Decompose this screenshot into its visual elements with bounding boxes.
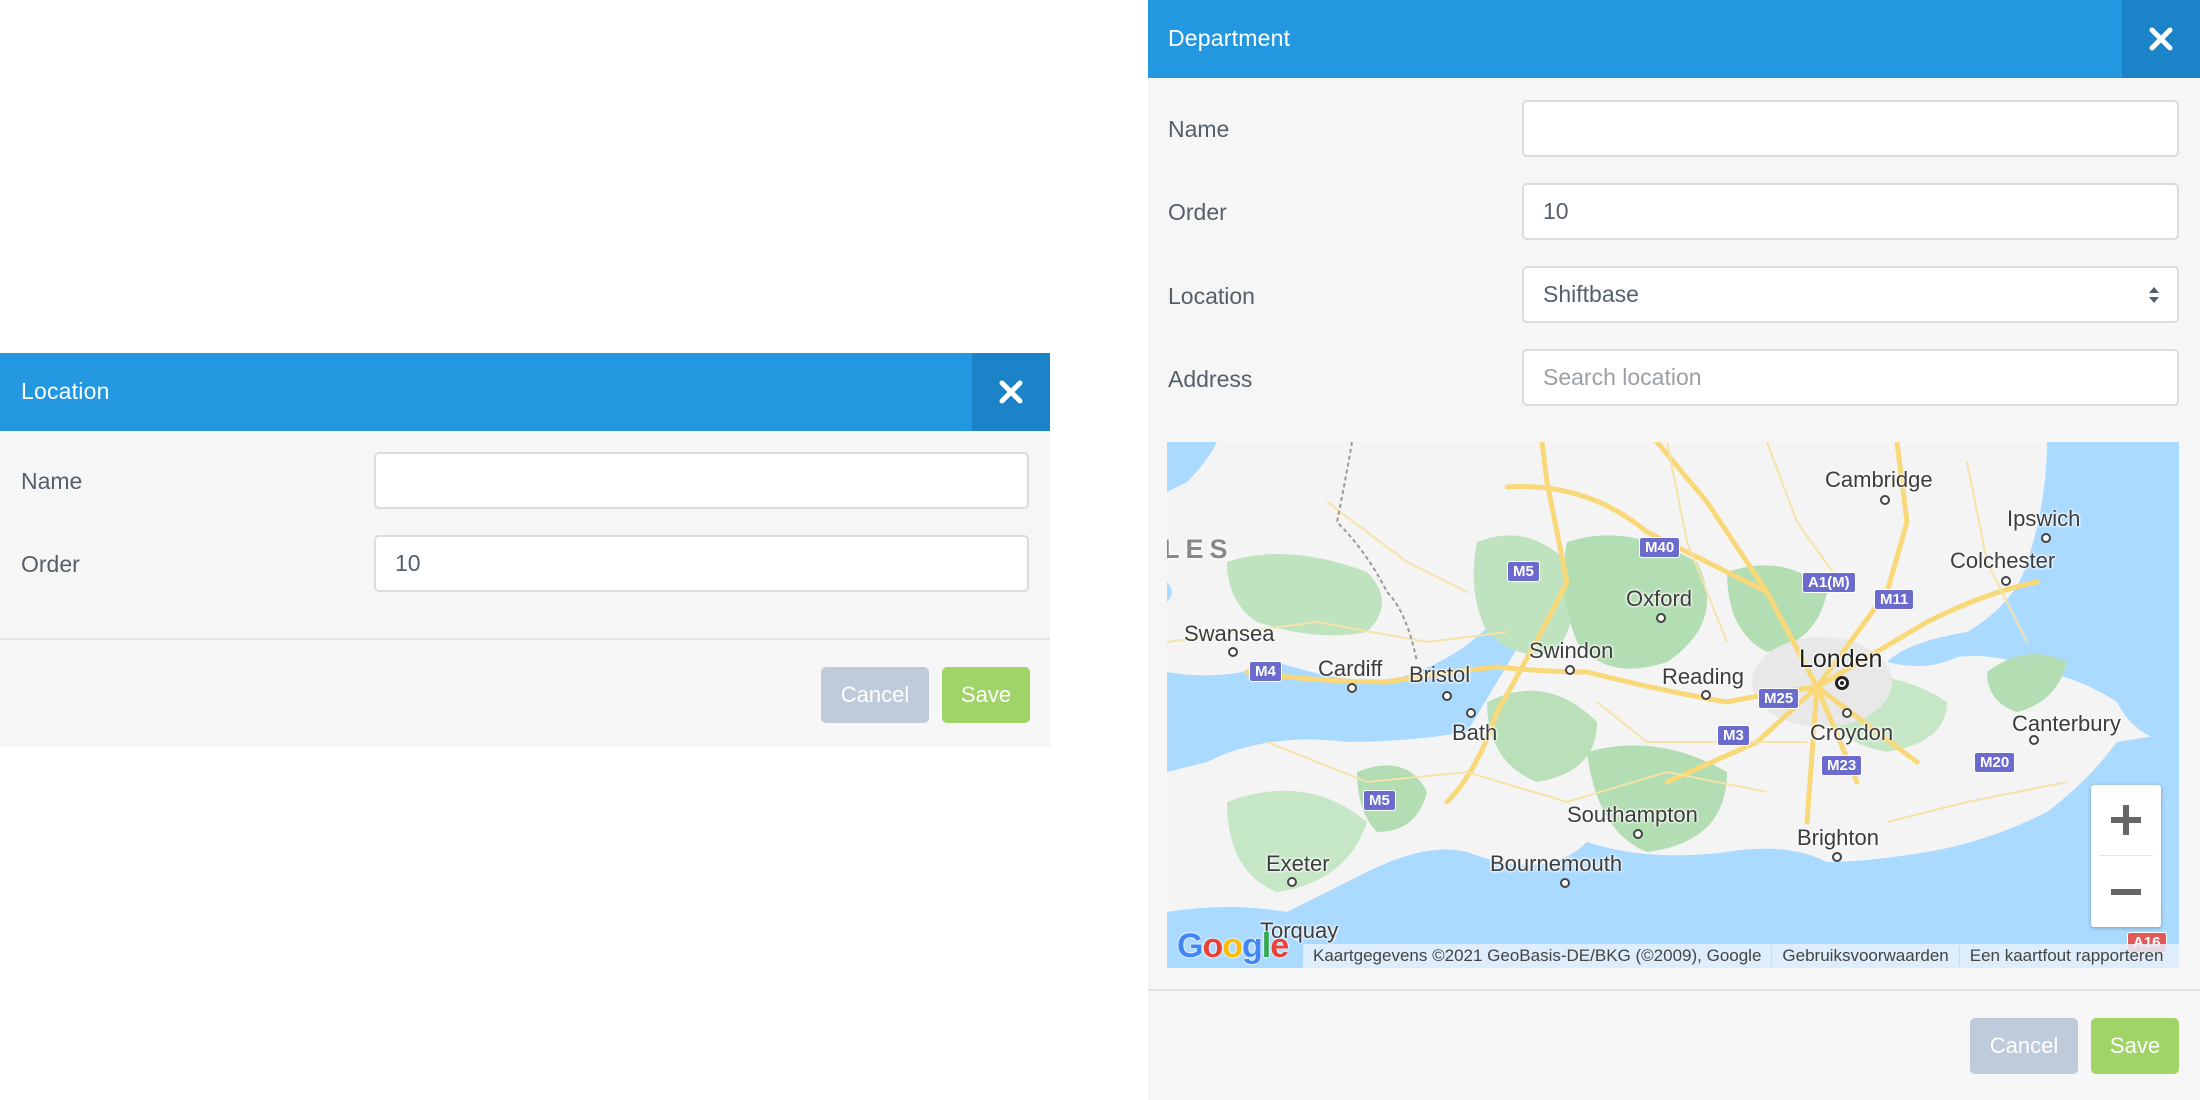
city-marker bbox=[1442, 691, 1452, 701]
name-input[interactable] bbox=[1522, 100, 2179, 157]
order-input[interactable] bbox=[1522, 183, 2179, 240]
city-marker bbox=[1832, 852, 1842, 862]
close-button[interactable] bbox=[972, 353, 1050, 431]
region-label: LES bbox=[1167, 534, 1234, 564]
close-button[interactable] bbox=[2122, 0, 2200, 78]
city-marker bbox=[2001, 576, 2011, 586]
city-marker bbox=[1228, 647, 1238, 657]
name-label: Name bbox=[1168, 116, 1230, 142]
department-dialog-header: Department bbox=[1148, 0, 2200, 78]
location-dialog-header: Location bbox=[0, 353, 1050, 431]
city-label: Bath bbox=[1452, 720, 1498, 745]
zoom-in-button[interactable] bbox=[2091, 785, 2161, 855]
order-label: Order bbox=[21, 551, 80, 577]
order-input[interactable] bbox=[374, 535, 1029, 592]
minus-icon bbox=[2111, 889, 2141, 895]
terms-link[interactable]: Gebruiksvoorwaarden bbox=[1772, 946, 1960, 966]
close-icon bbox=[2149, 27, 2173, 51]
city-label: Oxford bbox=[1626, 586, 1693, 611]
cancel-button[interactable]: Cancel bbox=[1970, 1018, 2078, 1074]
city-marker bbox=[1347, 683, 1357, 693]
dialog-title: Location bbox=[21, 378, 110, 404]
forest bbox=[1987, 654, 2067, 712]
footer-divider bbox=[1148, 989, 2200, 991]
footer-divider bbox=[0, 638, 1050, 640]
city-label: Brighton bbox=[1797, 825, 1879, 850]
close-icon bbox=[999, 380, 1023, 404]
city-label: Swansea bbox=[1184, 621, 1275, 646]
city-label: Cambridge bbox=[1825, 467, 1933, 492]
zoom-out-button[interactable] bbox=[2091, 857, 2161, 927]
city-label: Southampton bbox=[1567, 802, 1698, 827]
city-marker bbox=[1842, 708, 1852, 718]
capital-label: Londen bbox=[1799, 645, 1883, 673]
zoom-separator bbox=[2099, 855, 2153, 856]
city-label: Swindon bbox=[1529, 638, 1614, 663]
location-dialog: Location Name Order Cancel Save bbox=[0, 353, 1050, 747]
city-marker bbox=[1656, 613, 1666, 623]
plus-icon bbox=[2111, 805, 2141, 835]
road-shield: M4 bbox=[1249, 661, 1282, 682]
road-shield: M3 bbox=[1717, 725, 1750, 746]
road-shield: M11 bbox=[1874, 589, 1915, 610]
city-label: Croydon bbox=[1810, 720, 1894, 745]
save-button[interactable]: Save bbox=[942, 667, 1030, 723]
road-shield: M5 bbox=[1363, 790, 1396, 811]
name-input[interactable] bbox=[374, 452, 1029, 509]
city-marker bbox=[2041, 533, 2051, 543]
city-marker bbox=[2029, 735, 2039, 745]
road-shield: M5 bbox=[1507, 561, 1540, 582]
city-marker bbox=[1560, 878, 1570, 888]
city-label: Bristol bbox=[1409, 662, 1471, 687]
road-shield: M23 bbox=[1821, 755, 1863, 776]
city-marker bbox=[1701, 690, 1711, 700]
report-error-link[interactable]: Een kaartfout rapporteren bbox=[1960, 946, 2174, 966]
map-attribution: Kaartgegevens ©2021 GeoBasis-DE/BKG (©20… bbox=[1303, 946, 1773, 966]
road-shield: A1(M) bbox=[1802, 572, 1856, 593]
city-label: Cardiff bbox=[1318, 656, 1383, 681]
cancel-button[interactable]: Cancel bbox=[821, 667, 929, 723]
city-label: Ipswich bbox=[2007, 506, 2081, 531]
capital-marker bbox=[1835, 676, 1849, 690]
city-label: Reading bbox=[1662, 664, 1744, 689]
map-view[interactable]: LES Cambridge Ipswich Colchester Oxford … bbox=[1167, 442, 2179, 968]
forest bbox=[1587, 745, 1727, 852]
map-zoom-control bbox=[2091, 785, 2161, 927]
city-label: Canterbury bbox=[2012, 711, 2121, 736]
location-select-value: Shiftbase bbox=[1543, 281, 1639, 307]
location-label: Location bbox=[1168, 283, 1255, 309]
google-logo[interactable]: Google bbox=[1177, 927, 1289, 966]
road-shield: M40 bbox=[1639, 537, 1681, 558]
sort-arrows-icon bbox=[2149, 287, 2159, 303]
city-marker bbox=[1880, 495, 1890, 505]
city-label: Colchester bbox=[1950, 548, 2056, 573]
save-button[interactable]: Save bbox=[2091, 1018, 2179, 1074]
city-marker bbox=[1633, 829, 1643, 839]
order-label: Order bbox=[1168, 199, 1227, 225]
city-marker bbox=[1565, 665, 1575, 675]
address-search-input[interactable] bbox=[1522, 349, 2179, 406]
wales-coast-sea bbox=[1167, 442, 1217, 492]
road-shield: M20 bbox=[1974, 752, 2016, 773]
dialog-title: Department bbox=[1168, 25, 1291, 51]
name-label: Name bbox=[21, 468, 83, 494]
city-marker bbox=[1287, 877, 1297, 887]
road-shield: M25 bbox=[1758, 688, 1800, 709]
location-select[interactable]: Shiftbase bbox=[1522, 266, 2179, 323]
city-label: Bournemouth bbox=[1490, 851, 1623, 876]
map-attribution-bar: Kaartgegevens ©2021 GeoBasis-DE/BKG (©20… bbox=[1303, 944, 2179, 968]
city-marker bbox=[1466, 708, 1476, 718]
address-label: Address bbox=[1168, 366, 1253, 392]
city-label: Exeter bbox=[1266, 851, 1330, 876]
west-sea bbox=[1167, 582, 1172, 602]
